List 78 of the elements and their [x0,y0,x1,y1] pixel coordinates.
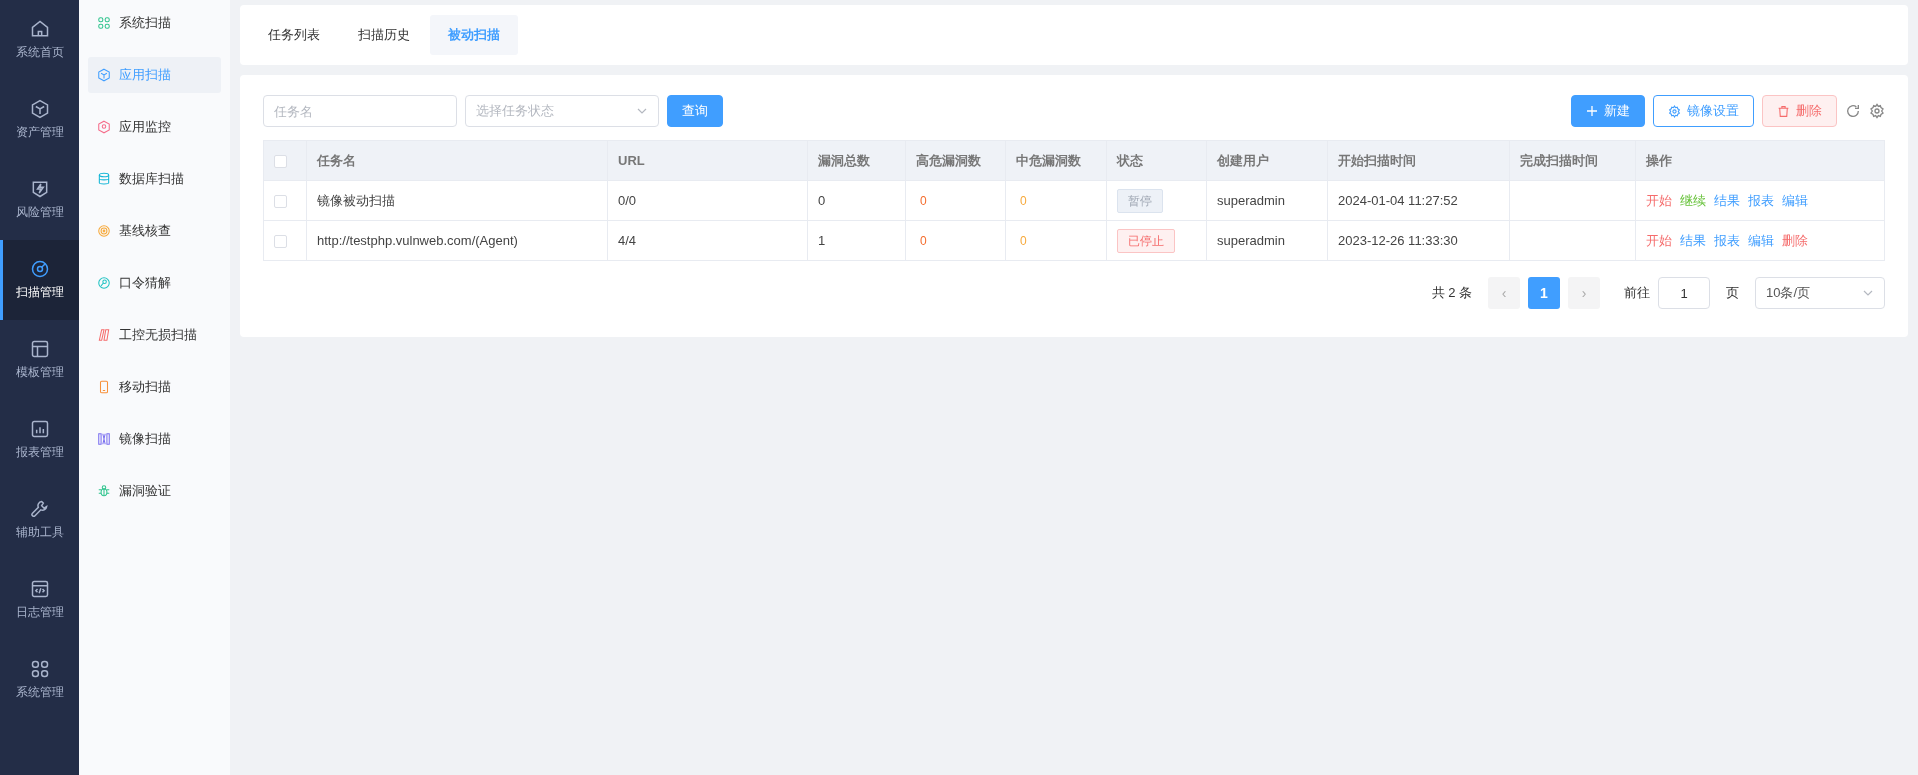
key-circle-icon [97,276,111,290]
status-tag: 已停止 [1117,228,1175,253]
bar-chart-icon [29,419,50,439]
table-cell: 2024-01-04 11:27:52 [1327,180,1510,221]
table-cell: superadmin [1206,180,1328,221]
column-header: 任务名 [306,140,608,181]
column-header: 创建用户 [1206,140,1328,181]
settings-icon[interactable] [1869,103,1885,119]
nav-item[interactable]: 系统首页 [0,0,79,80]
submenu-item[interactable]: 移动扫描 [88,369,221,405]
wrench-icon [29,499,50,519]
code-window-icon [29,579,50,599]
count-text: 0 [919,193,927,208]
nav-item[interactable]: 辅助工具 [0,480,79,560]
total-count: 共 2 条 [1431,284,1472,303]
submenu-item[interactable]: 数据库扫描 [88,161,221,197]
nav-item[interactable]: 风险管理 [0,160,79,240]
count-text: 0 [1019,193,1027,208]
nav-item[interactable]: 扫描管理 [0,240,79,320]
nav-item[interactable]: 模板管理 [0,320,79,400]
nav-item[interactable]: 报表管理 [0,400,79,480]
select-all-checkbox[interactable] [274,154,287,168]
trash-icon [1777,104,1790,118]
gauge-icon [29,259,50,279]
table-cell: 0/0 [607,180,808,221]
submenu-item[interactable]: 工控无损扫描 [88,317,221,353]
column-header: URL [607,140,808,181]
task-name-field[interactable]: 任务名 [263,95,457,127]
column-header: 漏洞总数 [807,140,906,181]
cube-icon [97,68,111,82]
nav-item[interactable]: 资产管理 [0,80,79,160]
column-header: 操作 [1635,140,1885,181]
page-size-select[interactable]: 10条/页 [1755,277,1885,309]
submenu-item[interactable]: 镜像扫描 [88,421,221,457]
column-header: 高危漏洞数 [905,140,1006,181]
submenu-item[interactable]: 口令猜解 [88,265,221,301]
table-cell: http://testphp.vulnweb.com/(Agent) [306,220,608,261]
cube-icon [29,99,50,119]
column-header: 开始扫描时间 [1327,140,1510,181]
slanted-bars-icon [97,328,111,342]
page-unit-label: 页 [1726,284,1739,303]
settings-icon [1668,104,1681,118]
column-header: 状态 [1106,140,1207,181]
submenu-item[interactable]: 基线核查 [88,213,221,249]
submenu-item[interactable]: 系统扫描 [88,5,221,41]
count-text: 0 [919,233,927,248]
hexagon-pin-icon [97,120,111,134]
submenu-item[interactable]: 漏洞验证 [88,473,221,509]
tab[interactable]: 扫描历史 [340,15,428,55]
submenu-item[interactable]: 应用监控 [88,109,221,145]
table-cell: 2023-12-26 11:33:30 [1327,220,1510,261]
table-cell: 4/4 [607,220,808,261]
row-checkbox[interactable] [274,234,287,248]
house-icon [29,19,50,39]
plus-icon [1586,105,1598,117]
phone-icon [97,380,111,394]
bug-icon [97,484,111,498]
column-header: 中危漏洞数 [1005,140,1107,181]
goto-label: 前往 [1624,284,1650,303]
mirror-bars-icon [97,432,111,446]
nav-item[interactable]: 系统管理 [0,640,79,720]
target-icon [97,224,111,238]
four-squares-icon [29,659,50,679]
table-cell: 0 [807,180,906,221]
refresh-icon[interactable] [1845,103,1861,119]
layout-icon [29,339,50,359]
tab[interactable]: 任务列表 [250,15,338,55]
page-number-field[interactable]: 1 [1658,277,1710,309]
database-icon [97,172,111,186]
nav-item[interactable]: 日志管理 [0,560,79,640]
status-tag: 暂停 [1117,188,1163,213]
column-header: 完成扫描时间 [1509,140,1636,181]
table-cell: 镜像被动扫描 [306,180,608,221]
four-squares-icon [97,16,111,30]
row-checkbox[interactable] [274,194,287,208]
table-cell: 1 [807,220,906,261]
count-text: 0 [1019,233,1027,248]
table-cell: superadmin [1206,220,1328,261]
